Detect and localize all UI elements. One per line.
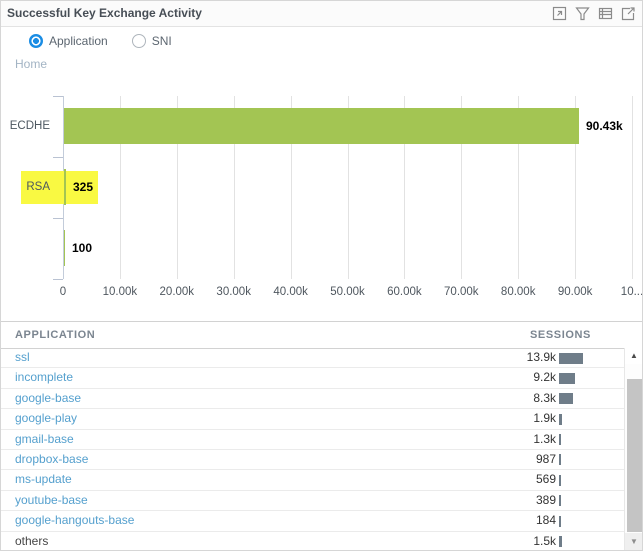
sessions-value: 1.5k [533,533,556,548]
export-icon[interactable] [620,5,637,22]
bar-value-label: 90.43k [586,119,623,133]
sessions-bar [559,495,561,507]
y-axis-tick [53,218,63,219]
filter-icon[interactable] [574,5,591,22]
table-row: google-play 1.9k [1,409,625,430]
chart-bar[interactable] [64,230,65,266]
key-exchange-activity-widget: Successful Key Exchange Activity Applica… [0,0,643,551]
table-row: google-hangouts-base 184 [1,511,625,532]
table-row: youtube-base 389 [1,491,625,512]
sessions-value: 569 [535,472,556,487]
table-scrollbar: ▲ ▼ [624,348,642,550]
application-link[interactable]: dropbox-base [15,450,88,469]
breadcrumb-home-link[interactable]: Home [15,57,47,71]
x-axis-tick-label: 50.00k [330,286,365,298]
bar-highlight [21,171,98,204]
table-row: incomplete 9.2k [1,368,625,389]
application-link[interactable]: incomplete [15,368,73,387]
table-row: gmail-base 1.3k [1,430,625,450]
table-row: dropbox-base 987 [1,450,625,471]
y-axis-label: ECDHE [9,120,50,132]
sessions-bar [559,372,575,384]
scroll-down-button[interactable]: ▼ [625,533,642,550]
radio-selected-icon [29,34,43,48]
sessions-value: 184 [535,513,556,528]
sessions-bar [559,352,583,364]
radio-unselected-icon [131,34,146,48]
table-row: google-base 8.3k [1,389,625,410]
x-axis-tick-label: 60.00k [387,286,422,298]
y-axis-tick [53,96,63,97]
x-axis-tick-label: 90.00k [557,286,593,298]
y-axis-tick [53,157,63,158]
x-axis-tick-label: 80.00k [500,286,536,298]
radio-sni-label: SNI [151,34,172,48]
bar-value-label: 325 [73,180,94,194]
sessions-value: 8.3k [533,390,556,405]
sessions-bar [559,413,562,425]
sessions-value: 9.2k [533,370,556,385]
x-axis-tick-label: 10.00k [102,286,138,298]
radio-sni[interactable]: SNI [131,34,172,48]
table-row: ssl 13.9k [1,348,625,369]
maximize-icon[interactable] [551,5,568,22]
column-header-application: APPLICATION [15,329,96,341]
column-header-sessions: SESSIONS [529,329,591,341]
sessions-bar [559,393,573,405]
table-view-icon[interactable] [597,5,614,22]
table-row: others 1.5k [1,532,625,550]
x-axis-tick-label: 40.00k [273,286,308,298]
scrollbar-thumb[interactable] [627,379,642,532]
table-header: APPLICATION SESSIONS [1,321,642,349]
x-axis-tick-label: 0 [59,286,67,298]
x-axis-tick-label: 70.00k [444,286,479,298]
chart-bar[interactable] [64,169,66,205]
scroll-up-button[interactable]: ▲ [625,348,642,364]
sessions-bar [559,536,562,548]
widget-title: Successful Key Exchange Activity [7,6,202,20]
application-link[interactable]: google-base [15,389,81,408]
bar-value-label: 100 [72,241,93,255]
y-axis-tick [53,279,63,280]
application-link[interactable]: google-play [15,409,77,428]
widget-toolbar [551,5,637,22]
sessions-value: 987 [535,451,556,466]
application-link[interactable]: google-hangouts-base [15,511,134,530]
sessions-value: 389 [535,492,556,507]
application-link[interactable]: ms-update [15,470,72,489]
application-link[interactable]: gmail-base [15,430,74,449]
sessions-bar [559,515,561,527]
application-table: ssl 13.9k incomplete 9.2k google-base 8.3k goo… [1,348,625,550]
x-axis-tick-label: 20.00k [159,286,195,298]
x-axis-tick-label: 10... [620,286,643,298]
gridline [632,96,633,279]
sessions-value: 1.9k [533,411,556,426]
radio-application[interactable]: Application [29,34,108,48]
application-label: others [15,533,49,548]
sessions-value: 13.9k [526,350,556,364]
sessions-bar [559,454,561,466]
table-row: ms-update 569 [1,470,625,491]
chart-bar[interactable] [64,108,579,144]
sessions-value: 1.3k [533,431,556,446]
source-toggle: Application SNI [29,34,172,48]
sessions-bar [559,434,561,446]
sessions-bar [559,474,561,486]
y-axis-label: RSA [26,181,50,193]
widget-header: Successful Key Exchange Activity [1,1,642,27]
application-link[interactable]: ssl [15,348,30,367]
x-axis-tick-label: 30.00k [216,286,251,298]
y-axis-label [1,218,57,279]
radio-application-label: Application [49,34,108,48]
application-link[interactable]: youtube-base [15,491,88,510]
